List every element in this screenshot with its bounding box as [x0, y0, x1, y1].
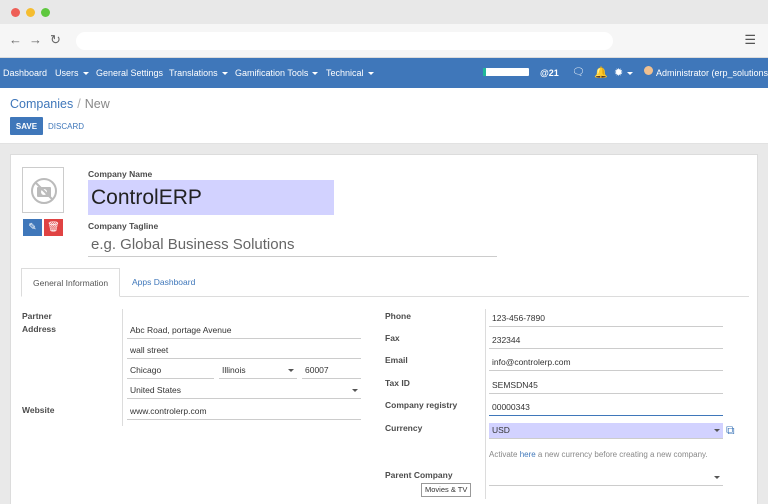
nav-users[interactable]: Users — [55, 68, 89, 78]
city-field[interactable]: Chicago — [127, 363, 214, 379]
browser-title-bar — [0, 0, 768, 24]
delete-image-button[interactable]: 🗑 — [44, 219, 63, 236]
activate-currency-link[interactable]: here — [520, 450, 536, 459]
state-select[interactable]: Illinois — [219, 363, 297, 379]
close-window-dot[interactable] — [11, 8, 20, 17]
divider — [485, 309, 486, 499]
nav-dashboard[interactable]: Dashboard — [3, 68, 47, 78]
currency-note: Activate here a new currency before crea… — [489, 450, 708, 459]
currency-note-text: Activate — [489, 450, 520, 459]
form-sheet: ✎ 🗑 Company Name ControlERP Company Tagl… — [10, 154, 758, 504]
company-name-label: Company Name — [88, 169, 153, 179]
external-link-icon[interactable]: ⧉ — [726, 423, 735, 438]
website-field[interactable]: www.controlerp.com — [127, 404, 361, 420]
tab-general-information[interactable]: General Information — [21, 268, 121, 297]
currency-value: USD — [492, 425, 510, 435]
website-label: Website — [22, 405, 55, 415]
back-arrow-icon[interactable]: ← — [9, 32, 22, 48]
address-label: Address — [22, 324, 57, 334]
email-field[interactable]: info@controlerp.com — [489, 355, 723, 371]
phone-field[interactable]: 123-456-7890 — [489, 311, 723, 327]
bug-icon[interactable]: ✹ — [614, 66, 633, 79]
company-tagline-input[interactable] — [88, 233, 497, 257]
address-bar[interactable] — [76, 32, 613, 50]
country-value: United States — [130, 385, 182, 395]
nav-translations[interactable]: Translations — [169, 68, 228, 78]
street2-field[interactable]: wall street — [127, 343, 361, 359]
currency-note-text: a new currency before creating a new com… — [535, 450, 708, 459]
breadcrumb-separator: / — [77, 97, 81, 111]
email-label: Email — [385, 355, 408, 365]
fax-label: Fax — [385, 333, 400, 343]
forward-arrow-icon[interactable]: → — [29, 32, 42, 48]
tab-apps-dashboard[interactable]: Apps Dashboard — [121, 268, 206, 297]
maximize-window-dot[interactable] — [41, 8, 50, 17]
chevron-down-icon — [288, 369, 294, 372]
partner-label: Partner — [22, 311, 52, 321]
breadcrumb-companies[interactable]: Companies — [10, 97, 73, 111]
nav-general-settings[interactable]: General Settings — [96, 68, 163, 78]
company-tagline-label: Company Tagline — [88, 221, 159, 231]
menu-icon[interactable]: ☰ — [744, 32, 756, 48]
company-name-input[interactable]: ControlERP — [88, 180, 334, 215]
progress-bar — [483, 68, 529, 76]
registry-label: Company registry — [385, 400, 458, 410]
mentions-counter[interactable]: @21 — [540, 68, 559, 78]
no-camera-icon — [31, 178, 57, 204]
currency-select[interactable]: USD — [489, 423, 723, 439]
state-value: Illinois — [222, 365, 246, 375]
bell-icon[interactable]: 🔔 — [594, 66, 608, 79]
control-panel: Companies / New SAVE DISCARD — [0, 88, 768, 144]
save-button[interactable]: SAVE — [10, 117, 43, 135]
chevron-down-icon — [352, 389, 358, 392]
breadcrumb: Companies / New — [10, 97, 110, 111]
browser-toolbar: ← → ↻ ☰ — [0, 24, 768, 58]
top-navbar: Dashboard Users General Settings Transla… — [0, 58, 768, 88]
company-name-value: ControlERP — [91, 186, 202, 209]
user-menu[interactable]: Administrator (erp_solutions) — [656, 68, 768, 78]
chat-icon[interactable]: 🗨 — [572, 67, 585, 78]
chevron-down-icon — [714, 429, 720, 432]
fax-field[interactable]: 232344 — [489, 333, 723, 349]
minimize-window-dot[interactable] — [26, 8, 35, 17]
parent-company-label: Parent Company — [385, 470, 453, 480]
phone-label: Phone — [385, 311, 411, 321]
parent-company-select[interactable] — [489, 470, 723, 486]
breadcrumb-current: New — [84, 97, 110, 111]
discard-button[interactable]: DISCARD — [48, 117, 84, 135]
nav-technical[interactable]: Technical — [326, 68, 374, 78]
progress-bar-fill — [483, 68, 486, 76]
avatar[interactable] — [644, 66, 653, 75]
street-field[interactable]: Abc Road, portage Avenue — [127, 323, 361, 339]
taxid-field[interactable]: SEMSDN45 — [489, 378, 723, 394]
tooltip: Movies & TV — [421, 483, 472, 497]
country-select[interactable]: United States — [127, 383, 361, 399]
zip-field[interactable]: 60007 — [302, 363, 361, 379]
registry-field[interactable]: 00000343 — [489, 400, 723, 416]
reload-icon[interactable]: ↻ — [50, 32, 61, 48]
form-tabs: General Information Apps Dashboard — [21, 268, 749, 297]
currency-label: Currency — [385, 423, 423, 433]
company-logo[interactable] — [22, 167, 64, 213]
edit-image-button[interactable]: ✎ — [23, 219, 42, 236]
taxid-label: Tax ID — [385, 378, 410, 388]
chevron-down-icon — [714, 476, 720, 479]
divider — [122, 309, 123, 426]
nav-gamification-tools[interactable]: Gamification Tools — [235, 68, 318, 78]
